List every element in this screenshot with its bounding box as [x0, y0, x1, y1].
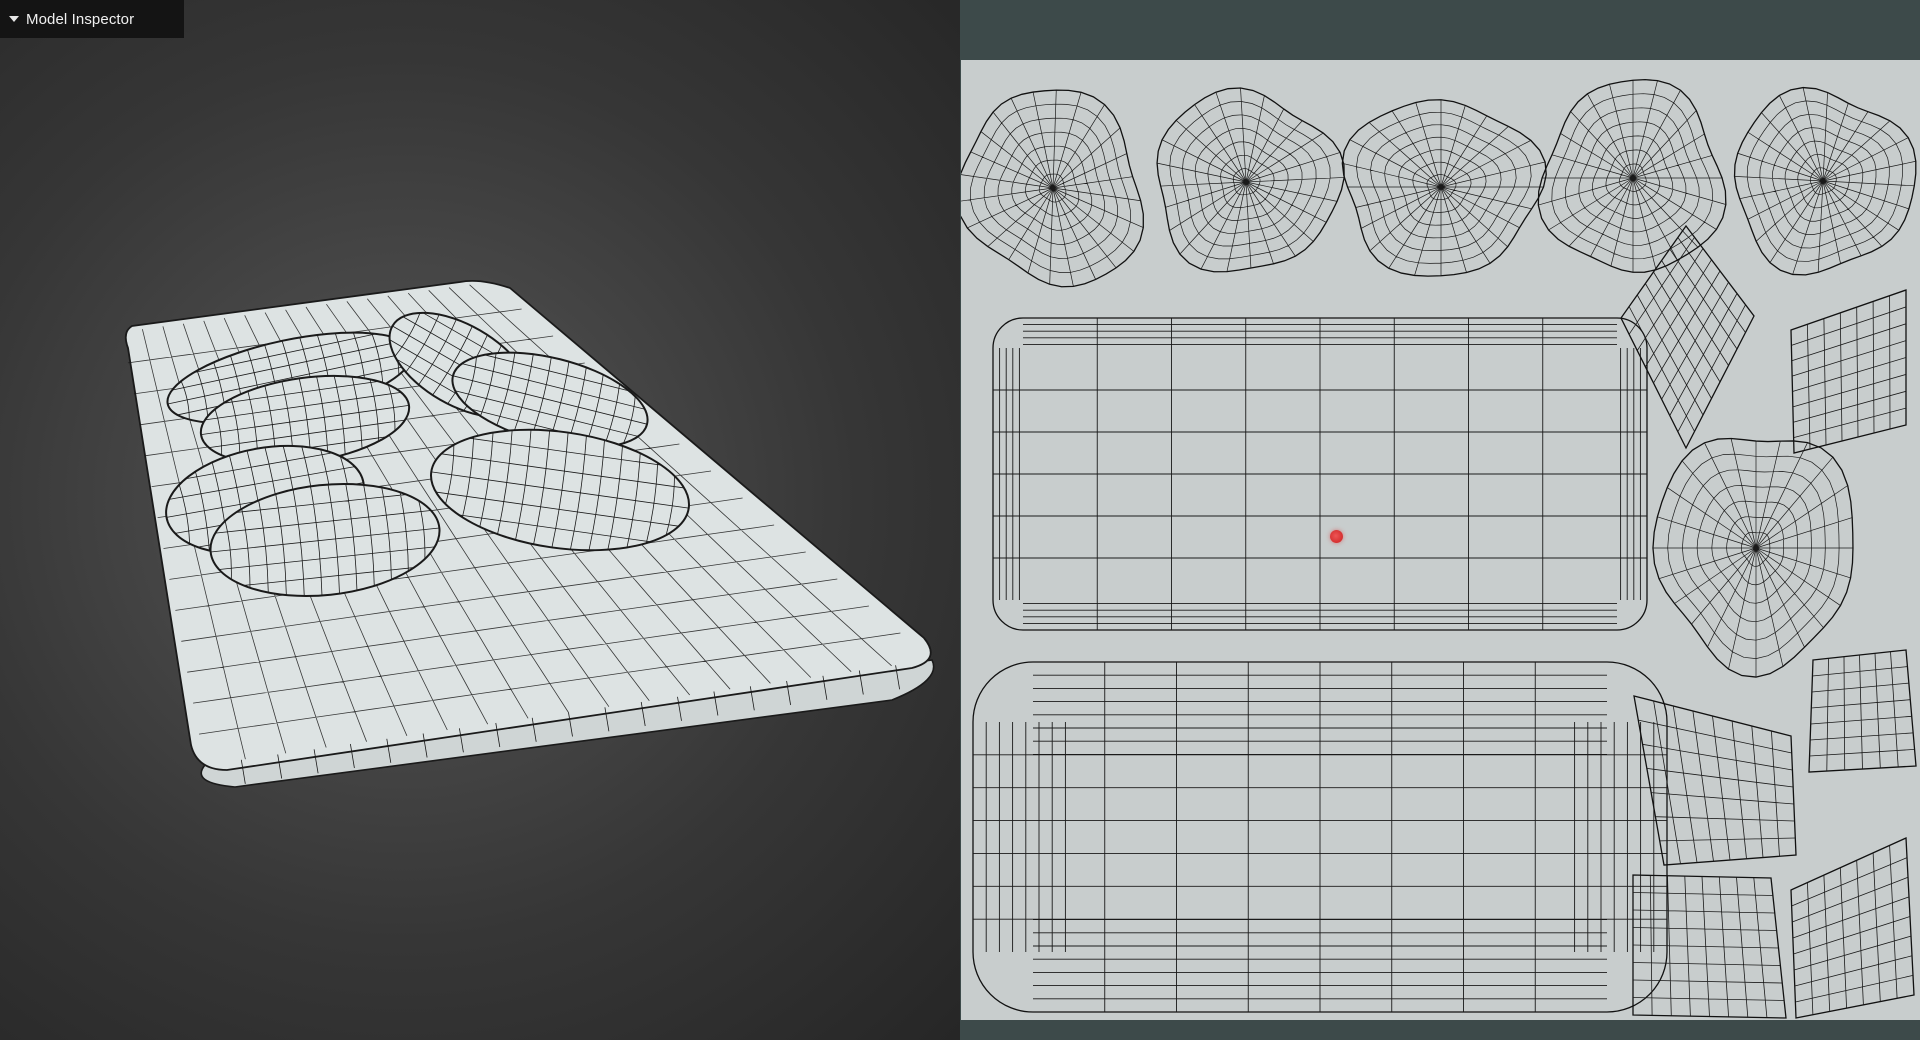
uv-island-blob-3[interactable] [1341, 99, 1547, 277]
uv-island-blob-5[interactable] [1719, 67, 1920, 285]
2d-cursor-icon[interactable] [1330, 530, 1343, 543]
uv-island-blob-2[interactable] [1136, 74, 1358, 294]
uv-island-right-a[interactable] [1790, 289, 1907, 454]
uv-island-diamond[interactable] [1620, 224, 1755, 450]
uv-island-bottom-rect[interactable] [972, 661, 1668, 1013]
uv-island-right-c[interactable] [1808, 649, 1917, 773]
uv-canvas[interactable] [961, 60, 1920, 1020]
uv-island-blob-4[interactable] [1537, 79, 1727, 273]
uv-editor-panel [960, 0, 1920, 1040]
3d-viewport[interactable]: Model Inspector [0, 0, 960, 1040]
uv-island-right-e[interactable] [1790, 837, 1915, 1019]
uv-island-right-b[interactable] [1633, 695, 1797, 866]
uv-island-right-d[interactable] [1632, 874, 1787, 1019]
app-root: Model Inspector [0, 0, 1920, 1040]
caret-down-icon[interactable] [9, 16, 19, 22]
uv-layout [961, 62, 1920, 1019]
uv-island-top-rect[interactable] [992, 317, 1648, 631]
inspector-title: Model Inspector [26, 10, 135, 28]
model-inspector-header[interactable]: Model Inspector [0, 0, 184, 38]
uv-island-blob-1[interactable] [961, 62, 1174, 320]
model-render [124, 279, 935, 788]
uv-island-blob-6[interactable] [1652, 437, 1854, 678]
